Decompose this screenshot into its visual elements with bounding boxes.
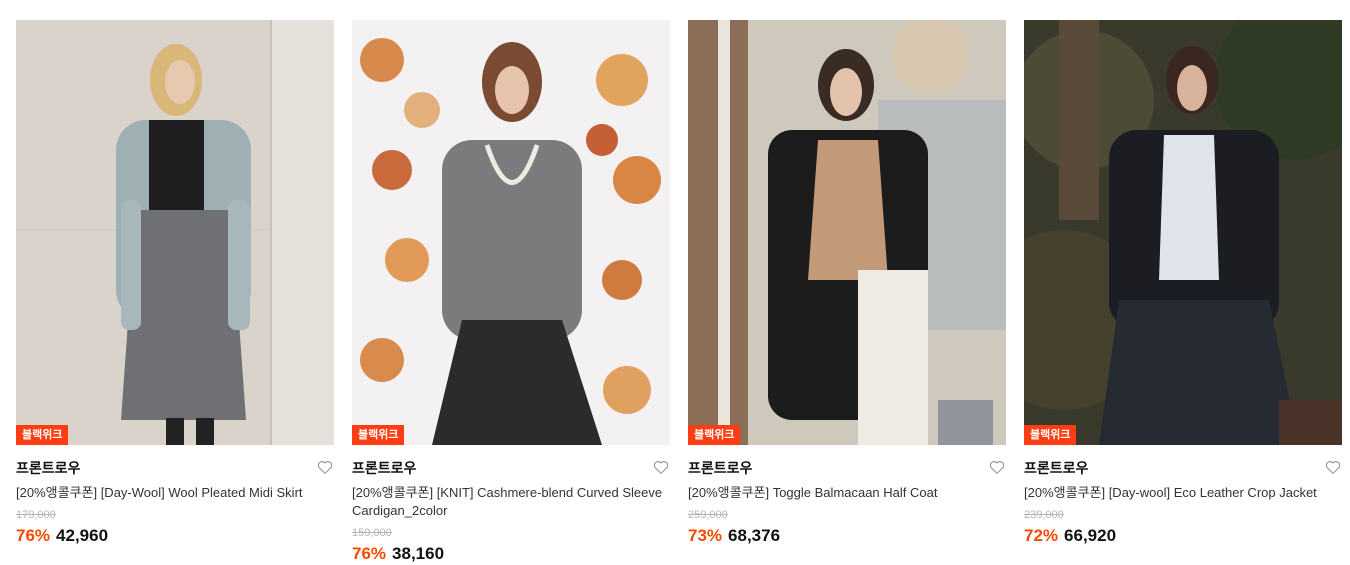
product-image[interactable]: 블랙위크 bbox=[688, 20, 1006, 445]
product-title[interactable]: [20%앵콜쿠폰] Toggle Balmacaan Half Coat bbox=[688, 484, 1006, 502]
product-photo bbox=[16, 20, 334, 445]
heart-outline-icon[interactable] bbox=[652, 458, 670, 476]
discount-rate: 76% bbox=[16, 526, 51, 545]
product-photo bbox=[688, 20, 1006, 445]
sale-price: 68,376 bbox=[728, 526, 781, 545]
original-price: 259,000 bbox=[688, 509, 728, 521]
product-image[interactable]: 블랙위크 bbox=[352, 20, 670, 445]
discount-rate: 72% bbox=[1024, 526, 1059, 545]
product-title[interactable]: [20%앵콜쿠폰] [Day-Wool] Wool Pleated Midi S… bbox=[16, 484, 334, 502]
product-photo bbox=[1024, 20, 1342, 445]
product-card[interactable]: 블랙위크 프론트로우 [20%앵콜쿠폰] [Day-Wool] Wool Ple… bbox=[16, 20, 334, 547]
product-image[interactable]: 블랙위크 bbox=[16, 20, 334, 445]
original-price: 159,000 bbox=[352, 527, 392, 539]
brand-name[interactable]: 프론트로우 bbox=[688, 460, 752, 476]
product-title[interactable]: [20%앵콜쿠폰] [KNIT] Cashmere-blend Curved S… bbox=[352, 484, 670, 520]
heart-outline-icon[interactable] bbox=[988, 458, 1006, 476]
original-price: 239,000 bbox=[1024, 509, 1064, 521]
heart-outline-icon[interactable] bbox=[1324, 458, 1342, 476]
original-price: 179,000 bbox=[16, 509, 56, 521]
product-photo bbox=[352, 20, 670, 445]
sale-price: 38,160 bbox=[392, 544, 445, 563]
discount-rate: 73% bbox=[688, 526, 723, 545]
product-card[interactable]: 블랙위크 프론트로우 [20%앵콜쿠폰] [Day-wool] Eco Leat… bbox=[1024, 20, 1342, 547]
promo-badge: 블랙위크 bbox=[1024, 425, 1077, 445]
sale-price: 42,960 bbox=[56, 526, 109, 545]
heart-outline-icon[interactable] bbox=[316, 458, 334, 476]
brand-name[interactable]: 프론트로우 bbox=[1024, 460, 1088, 476]
brand-name[interactable]: 프론트로우 bbox=[352, 460, 416, 476]
brand-name[interactable]: 프론트로우 bbox=[16, 460, 80, 476]
product-title[interactable]: [20%앵콜쿠폰] [Day-wool] Eco Leather Crop Ja… bbox=[1024, 484, 1342, 502]
discount-rate: 76% bbox=[352, 544, 387, 563]
product-card[interactable]: 블랙위크 프론트로우 [20%앵콜쿠폰] [KNIT] Cashmere-ble… bbox=[352, 20, 670, 565]
promo-badge: 블랙위크 bbox=[688, 425, 741, 445]
sale-price: 66,920 bbox=[1064, 526, 1117, 545]
product-card[interactable]: 블랙위크 프론트로우 [20%앵콜쿠폰] Toggle Balmacaan Ha… bbox=[688, 20, 1006, 547]
promo-badge: 블랙위크 bbox=[352, 425, 405, 445]
promo-badge: 블랙위크 bbox=[16, 425, 69, 445]
product-image[interactable]: 블랙위크 bbox=[1024, 20, 1342, 445]
